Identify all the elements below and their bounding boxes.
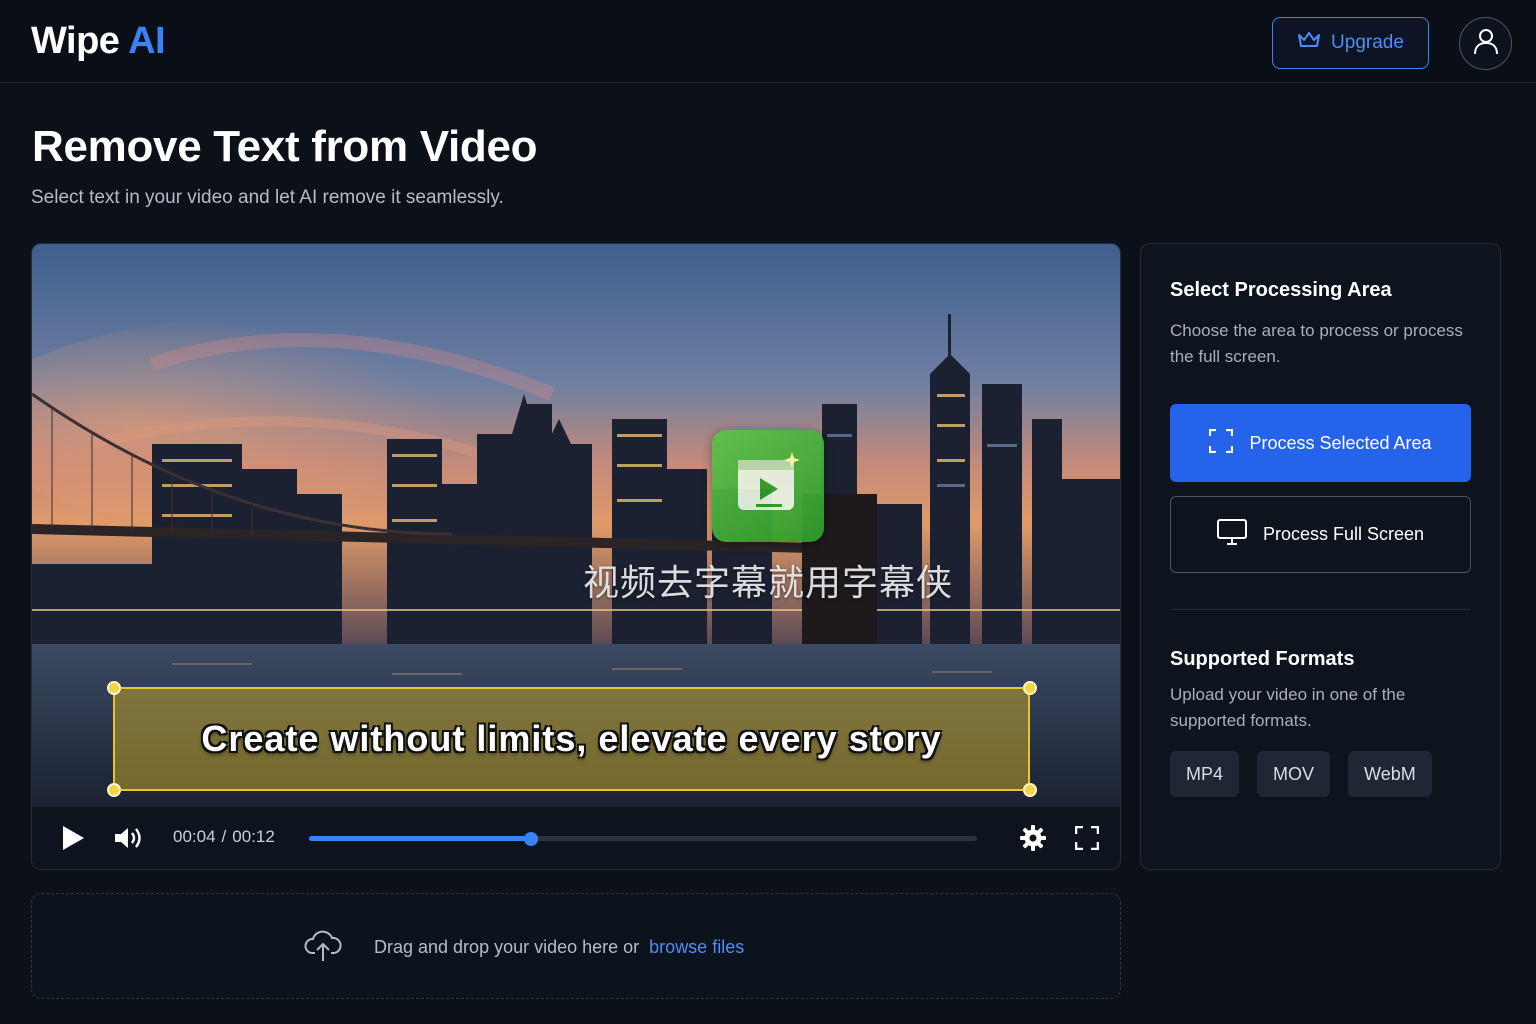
process-selected-area-button[interactable]: Process Selected Area bbox=[1170, 404, 1471, 482]
video-frame[interactable]: 视频去字幕就用字幕侠 Create without limits, elevat… bbox=[32, 244, 1120, 807]
current-time: 00:04 bbox=[173, 827, 216, 846]
selection-handle-top-right[interactable] bbox=[1023, 681, 1037, 695]
video-caption: Create without limits, elevate every sto… bbox=[201, 718, 942, 759]
format-chip-mov: MOV bbox=[1257, 751, 1331, 797]
logo-main: Wipe bbox=[31, 20, 120, 62]
progress-handle[interactable] bbox=[524, 832, 539, 846]
processing-panel: Select Processing Area Choose the area t… bbox=[1140, 243, 1501, 870]
volume-button[interactable] bbox=[112, 823, 146, 853]
cloud-upload-icon bbox=[304, 929, 342, 968]
process-selected-label: Process Selected Area bbox=[1249, 432, 1432, 453]
logo-accent: AI bbox=[128, 20, 166, 62]
app-logo[interactable]: Wipe AI bbox=[31, 20, 166, 63]
volume-icon bbox=[115, 828, 141, 848]
time-display: 00:04/00:12 bbox=[173, 827, 275, 846]
panel-divider bbox=[1170, 609, 1471, 610]
user-icon bbox=[1473, 27, 1499, 60]
watermark-logo bbox=[712, 430, 824, 542]
format-chip-mp4: MP4 bbox=[1170, 751, 1240, 797]
browse-files-link[interactable]: browse files bbox=[649, 937, 744, 957]
selection-handle-bottom-left[interactable] bbox=[107, 783, 121, 797]
upload-dropzone[interactable]: Drag and drop your video here or browse f… bbox=[31, 893, 1121, 999]
progress-fill bbox=[309, 836, 532, 841]
video-player: 视频去字幕就用字幕侠 Create without limits, elevat… bbox=[31, 243, 1121, 870]
crown-icon bbox=[1297, 30, 1321, 56]
area-description: Choose the area to process or process th… bbox=[1170, 321, 1463, 366]
selection-handle-bottom-right[interactable] bbox=[1023, 783, 1037, 797]
play-button[interactable] bbox=[58, 823, 88, 853]
fullscreen-icon bbox=[1075, 826, 1099, 850]
process-full-screen-button[interactable]: Process Full Screen bbox=[1170, 496, 1471, 573]
formats-description: Upload your video in one of the supporte… bbox=[1170, 685, 1406, 730]
selection-frame-icon bbox=[1209, 428, 1234, 458]
page-title: Remove Text from Video bbox=[32, 122, 538, 171]
progress-bar[interactable] bbox=[309, 832, 977, 846]
duration: 00:12 bbox=[232, 827, 275, 846]
upgrade-button[interactable]: Upgrade bbox=[1272, 17, 1429, 69]
formats-title: Supported Formats bbox=[1170, 648, 1355, 670]
text-selection-box[interactable]: Create without limits, elevate every sto… bbox=[113, 687, 1030, 791]
area-title: Select Processing Area bbox=[1170, 279, 1392, 301]
play-icon bbox=[63, 826, 84, 850]
top-bar: Wipe AI Upgrade bbox=[0, 0, 1536, 83]
monitor-icon bbox=[1216, 519, 1247, 550]
fullscreen-button[interactable] bbox=[1072, 823, 1102, 853]
dropzone-text: Drag and drop your video here or browse f… bbox=[374, 937, 744, 958]
watermark-text: 视频去字幕就用字幕侠 bbox=[582, 563, 953, 604]
process-full-label: Process Full Screen bbox=[1262, 524, 1425, 544]
settings-button[interactable] bbox=[1018, 823, 1048, 853]
format-chip-webm: WebM bbox=[1348, 751, 1432, 797]
dropzone-instructions: Drag and drop your video here or bbox=[374, 937, 640, 957]
user-avatar-button[interactable] bbox=[1459, 17, 1512, 70]
player-controls: 00:04/00:12 bbox=[32, 807, 1120, 869]
gear-icon bbox=[1020, 825, 1046, 851]
page-subtitle: Select text in your video and let AI rem… bbox=[31, 187, 504, 208]
upgrade-label: Upgrade bbox=[1331, 32, 1404, 53]
selection-handle-top-left[interactable] bbox=[107, 681, 121, 695]
format-chips: MP4 MOV WebM bbox=[1170, 751, 1432, 797]
